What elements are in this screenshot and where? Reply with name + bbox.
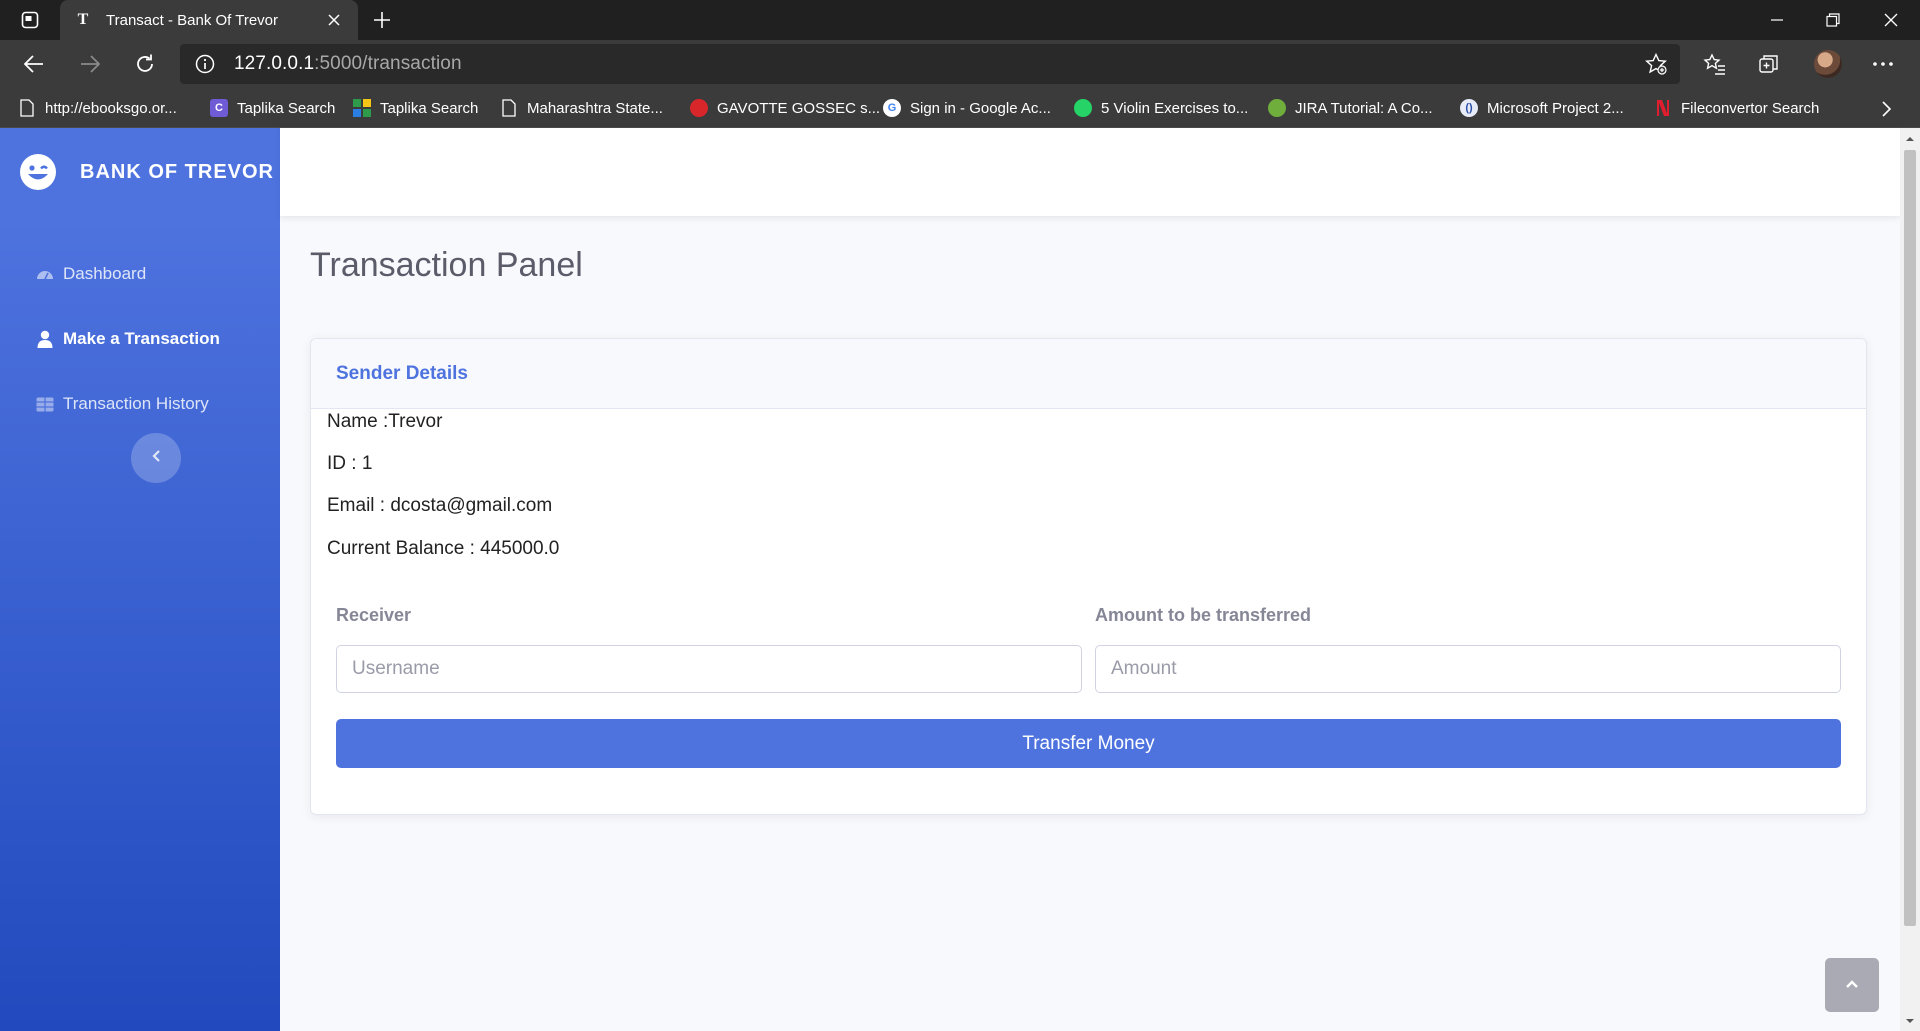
chevron-left-icon	[150, 449, 162, 468]
restore-window-icon[interactable]	[1810, 0, 1856, 40]
profile-avatar[interactable]	[1814, 50, 1842, 78]
brand-name: BANK OF TREVOR	[80, 160, 274, 183]
bookmarks-bar: http://ebooksgo.or... C Taplika Search T…	[0, 87, 1920, 128]
more-options-icon[interactable]	[1866, 48, 1900, 80]
bookmark-item[interactable]: () Microsoft Project 2...	[1460, 97, 1624, 119]
red-bolt-icon	[1654, 99, 1672, 117]
amount-input[interactable]	[1095, 645, 1841, 693]
bookmark-label: Maharashtra State...	[527, 99, 663, 117]
add-favorite-icon[interactable]	[1644, 52, 1668, 76]
close-window-icon[interactable]	[1868, 0, 1914, 40]
taplika-grid-icon	[353, 99, 371, 117]
bookmark-label: Microsoft Project 2...	[1487, 99, 1624, 117]
bookmark-item[interactable]: http://ebooksgo.or...	[18, 97, 177, 119]
tab-favicon-icon: T	[77, 11, 89, 28]
table-icon	[36, 395, 54, 413]
sidebar-item-dashboard[interactable]: Dashboard	[0, 249, 280, 299]
bookmark-label: Taplika Search	[380, 99, 479, 117]
bookmark-item[interactable]: GAVOTTE GOSSEC s...	[690, 97, 880, 119]
address-bar[interactable]: 127.0.0.1:5000/transaction	[180, 44, 1680, 84]
sidebar-brand[interactable]: BANK OF TREVOR	[0, 128, 280, 216]
whatsapp-icon	[1074, 99, 1092, 117]
sender-balance: Current Balance : 445000.0	[327, 538, 560, 559]
sidebar-item-label: Dashboard	[63, 264, 147, 283]
card-header-title: Sender Details	[336, 362, 468, 384]
main-content: Transaction Panel Sender Details Name :T…	[280, 128, 1900, 1031]
amount-label: Amount to be transferred	[1095, 605, 1312, 625]
bookmark-label: JIRA Tutorial: A Co...	[1295, 99, 1433, 117]
site-info-icon[interactable]	[194, 53, 216, 75]
collections-icon[interactable]	[1752, 48, 1786, 80]
page-icon	[500, 99, 518, 117]
bookmark-item[interactable]: C Taplika Search	[210, 97, 335, 119]
user-icon	[36, 330, 54, 348]
url-host: 127.0.0.1	[234, 53, 315, 74]
google-icon: G	[883, 99, 901, 117]
bookmark-label: Sign in - Google Ac...	[910, 99, 1051, 117]
bookmark-item[interactable]: G Sign in - Google Ac...	[883, 97, 1051, 119]
page-icon	[18, 99, 36, 117]
blue-circle-icon: ()	[1460, 99, 1478, 117]
scrollbar-thumb[interactable]	[1904, 150, 1916, 926]
bookmark-label: GAVOTTE GOSSEC s...	[717, 99, 881, 117]
tab-title: Transact - Bank Of Trevor	[106, 11, 278, 29]
laugh-wink-icon	[18, 152, 58, 192]
tab-actions-icon[interactable]	[14, 8, 46, 32]
browser-tab-active[interactable]: T Transact - Bank Of Trevor	[60, 0, 358, 40]
bookmark-item[interactable]: Fileconvertor Search	[1654, 97, 1819, 119]
forward-arrow-icon[interactable]	[72, 46, 108, 82]
browser-tab-bar: T Transact - Bank Of Trevor	[0, 0, 1920, 40]
url-path: :5000/transaction	[314, 53, 462, 74]
back-arrow-icon[interactable]	[16, 46, 52, 82]
chevron-up-icon	[1845, 976, 1859, 994]
close-tab-icon[interactable]	[324, 10, 344, 30]
sidebar-item-label: Make a Transaction	[63, 329, 220, 348]
bookmark-item[interactable]: 5 Violin Exercises to...	[1074, 97, 1248, 119]
bookmark-label: http://ebooksgo.or...	[45, 99, 177, 117]
sidebar: BANK OF TREVOR Dashboard Make a Transact…	[0, 128, 280, 1031]
bookmark-item[interactable]: Taplika Search	[353, 97, 478, 119]
page-viewport: BANK OF TREVOR Dashboard Make a Transact…	[0, 128, 1920, 1031]
url-text: 127.0.0.1:5000/transaction	[234, 53, 462, 75]
minimize-window-icon[interactable]	[1754, 0, 1800, 40]
bookmark-label: Taplika Search	[237, 99, 336, 117]
receiver-input[interactable]	[336, 645, 1082, 693]
favorites-icon[interactable]	[1698, 48, 1732, 80]
tachometer-icon	[36, 265, 54, 283]
new-tab-icon[interactable]	[368, 6, 396, 34]
browser-toolbar: 127.0.0.1:5000/transaction	[0, 40, 1920, 87]
sidebar-item-make-transaction[interactable]: Make a Transaction	[0, 314, 280, 364]
chevron-right-icon[interactable]	[1876, 99, 1896, 119]
card-header: Sender Details	[311, 339, 1866, 409]
sidebar-item-label: Transaction History	[63, 394, 209, 413]
bookmark-label: Fileconvertor Search	[1681, 99, 1820, 117]
bookmark-label: 5 Violin Exercises to...	[1101, 99, 1249, 117]
scroll-down-arrow-icon[interactable]	[1905, 1016, 1915, 1026]
topbar	[280, 128, 1900, 216]
sidebar-toggle-button[interactable]	[131, 433, 181, 483]
scroll-up-arrow-icon[interactable]	[1905, 134, 1915, 144]
sender-id: ID : 1	[327, 453, 373, 474]
sender-email: Email : dcosta@gmail.com	[327, 495, 553, 516]
sidebar-item-transaction-history[interactable]: Transaction History	[0, 379, 280, 429]
transaction-card: Sender Details Name :Trevor ID : 1 Email…	[310, 338, 1867, 815]
scroll-to-top-button[interactable]	[1825, 958, 1879, 1012]
receiver-label: Receiver	[336, 605, 412, 625]
green-circle-icon	[1268, 99, 1286, 117]
transfer-money-button[interactable]: Transfer Money	[336, 719, 1841, 768]
sender-name: Name :Trevor	[327, 411, 443, 432]
red-circle-icon	[690, 99, 708, 117]
page-scrollbar[interactable]	[1900, 128, 1920, 1031]
bookmark-item[interactable]: Maharashtra State...	[500, 97, 663, 119]
reload-icon[interactable]	[127, 46, 163, 82]
page-title: Transaction Panel	[310, 246, 583, 284]
bookmark-item[interactable]: JIRA Tutorial: A Co...	[1268, 97, 1433, 119]
taplika-c-icon: C	[210, 99, 228, 117]
